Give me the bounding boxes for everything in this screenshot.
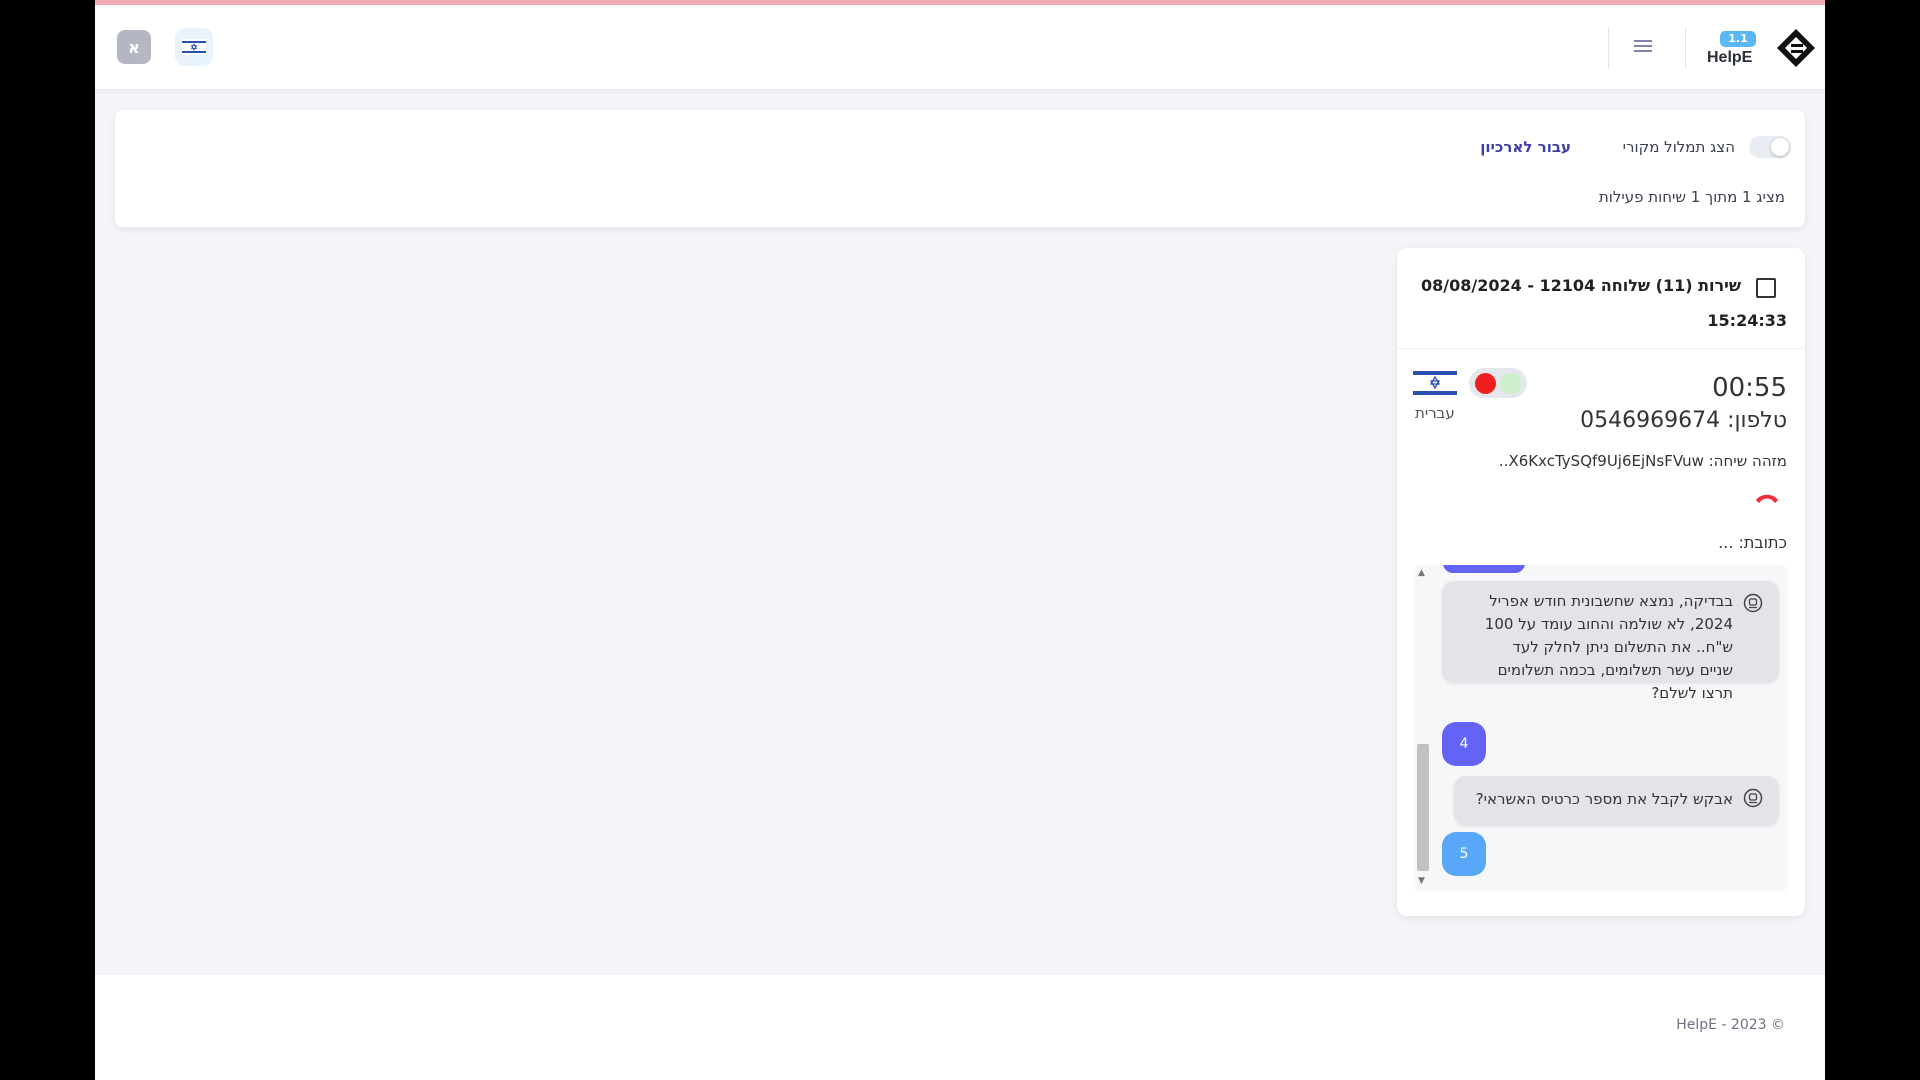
top-header: א 1.1 HelpE [95,5,1825,89]
show-original-transcript-toggle[interactable] [1749,136,1791,158]
bot-icon [1743,788,1763,808]
israel-flag-icon [182,39,206,55]
scrollbar-thumb[interactable] [1417,744,1429,871]
call-language-label: עברית [1415,404,1455,422]
header-divider [1685,27,1686,69]
version-badge: 1.1 [1720,31,1756,47]
hangup-icon[interactable] [1753,488,1781,508]
call-status-toggle[interactable] [1469,368,1527,398]
language-flag-button[interactable] [175,28,213,66]
card-divider [1397,348,1805,349]
app-logo[interactable]: 1.1 HelpE [1707,23,1817,73]
bot-message: בבדיקה, נמצא שחשבונית חודש אפריל 2024, ל… [1442,581,1779,702]
filter-card: הצג תמלול מקורי עבור לארכיון מציג 1 מתוך… [115,110,1805,227]
israel-flag-icon [1413,368,1457,398]
caller-phone: טלפון: 0546969674 [1580,408,1787,433]
logo-mark-icon [1777,29,1815,67]
chat-scrollbar[interactable]: ▲ ▼ [1415,565,1430,890]
copyright-text: HelpE - 2023 © [1676,1017,1785,1033]
call-duration: 00:55 [1712,373,1787,403]
scroll-up-arrow-icon[interactable]: ▲ [1418,568,1425,578]
scroll-down-arrow-icon[interactable]: ▼ [1418,876,1425,886]
bot-message: אבקש לקבל את מספר כרטיס האשראי? [1454,776,1779,826]
user-avatar-button[interactable]: א [117,30,151,64]
show-original-transcript-label: הצג תמלול מקורי [1622,138,1735,156]
caller-address: כתובת: ... [1718,533,1787,552]
bot-message-text: בבדיקה, נמצא שחשבונית חודש אפריל 2024, ל… [1484,592,1733,702]
bot-message-text: אבקש לקבל את מספר כרטיס האשראי? [1475,790,1733,808]
footer: HelpE - 2023 © [95,975,1825,1080]
menu-icon [1634,40,1652,52]
user-reply-bubble: 5 [1442,832,1486,876]
user-reply-bubble: 4 [1442,722,1486,766]
bot-icon [1743,593,1763,613]
header-divider [1608,27,1609,69]
chat-transcript[interactable]: ▲ ▼ בבדיקה, נמצא שחשבונית חודש אפריל 202… [1415,565,1787,890]
hamburger-menu-button[interactable] [1628,31,1658,61]
chat-bubble-partial [1443,565,1525,573]
app-window: א 1.1 HelpE הצג תמלול מקורי עבור לארכיון… [95,0,1825,1080]
logo-text: HelpE [1707,49,1753,66]
call-id: מזהה שיחה: X6KxcTySQf9Uj6EjNsFVuw.. [1498,452,1787,470]
call-time: 15:24:33 [1707,311,1787,330]
status-green-indicator [1500,373,1521,394]
call-select-checkbox[interactable] [1756,278,1776,298]
active-calls-count: מציג 1 מתוך 1 שיחות פעילות [1598,188,1785,206]
call-title: שירות (11) שלוחה 12104 - 08/08/2024 [1421,276,1741,295]
status-red-indicator [1475,373,1496,394]
active-call-card: שירות (11) שלוחה 12104 - 08/08/2024 15:2… [1397,248,1805,916]
go-to-archive-link[interactable]: עבור לארכיון [1480,138,1571,156]
